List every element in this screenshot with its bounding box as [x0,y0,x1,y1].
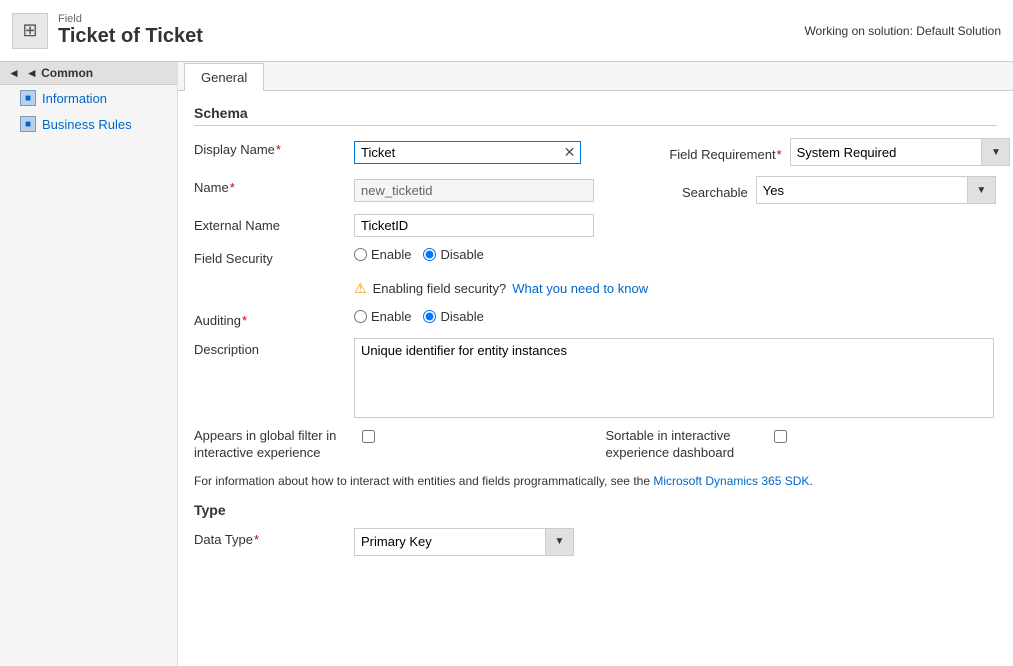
main-layout: ◄ ◄ Common ■ Information ■ Business Rule… [0,62,1013,666]
data-type-select[interactable]: Primary Key [355,531,545,552]
sortable-label: Sortable in interactive experience dashb… [606,428,766,462]
display-name-input-wrap[interactable]: ✕ [354,141,581,164]
external-name-row: External Name [194,214,997,237]
sidebar-item-business-rules[interactable]: ■ Business Rules [0,111,177,137]
data-type-arrow: ▼ [545,529,573,555]
field-security-row: Field Security Enable Disable [194,247,997,266]
field-requirement-label: Field Requirement* [669,143,781,162]
auditing-control: Enable Disable [354,309,997,324]
sdk-link[interactable]: Microsoft Dynamics 365 SDK [653,474,809,488]
field-security-warning: ⚠ Enabling field security? What you need… [194,276,997,301]
description-label: Description [194,338,354,357]
display-name-control: ✕ Field Requirement* System Required ▼ [354,138,1010,166]
auditing-disable-label[interactable]: Disable [423,309,483,324]
app-icon: ⊞ [12,13,48,49]
tab-general[interactable]: General [184,63,264,91]
warning-link[interactable]: What you need to know [512,281,648,296]
auditing-disable-radio[interactable] [423,310,436,323]
display-name-clear-button[interactable]: ✕ [559,142,581,163]
data-type-control: Primary Key ▼ [354,528,997,556]
title-block: Field Ticket of Ticket [58,13,203,48]
external-name-input[interactable] [354,214,594,237]
icon-symbol: ⊞ [22,20,37,41]
display-name-label: Display Name* [194,138,354,157]
searchable-select[interactable]: Yes No [757,180,967,201]
warning-icon: ⚠ [354,280,367,297]
collapse-icon: ◄ [8,66,20,80]
sidebar-section-common[interactable]: ◄ ◄ Common [0,62,177,85]
name-input [354,179,594,202]
auditing-enable-label[interactable]: Enable [354,309,411,324]
sidebar-item-label-business-rules: Business Rules [42,117,132,132]
page-title: Ticket of Ticket [58,25,203,48]
sortable-checkbox[interactable] [774,430,787,443]
sidebar-item-information[interactable]: ■ Information [0,85,177,111]
data-type-select-wrap[interactable]: Primary Key ▼ [354,528,574,556]
tab-bar: General [178,62,1013,91]
field-security-label: Field Security [194,247,354,266]
field-label: Field [58,13,203,25]
field-security-radio-group: Enable Disable [354,247,484,262]
field-security-disable-label[interactable]: Disable [423,247,483,262]
name-row: Name* Searchable Yes No ▼ [194,176,997,204]
description-input[interactable]: Unique identifier for entity instances [354,338,994,418]
global-filter-cell: Appears in global filter in interactive … [194,428,586,462]
display-name-input[interactable] [355,142,559,163]
form-content: Schema Display Name* ✕ Field Requirement… [178,91,1013,580]
global-filter-checkbox[interactable] [362,430,375,443]
type-section-title: Type [194,502,997,518]
field-requirement-select[interactable]: System Required [791,142,982,163]
searchable-label: Searchable [682,181,748,200]
field-requirement-arrow: ▼ [981,139,1009,165]
checkboxes-row: Appears in global filter in interactive … [194,428,997,462]
sortable-cell: Sortable in interactive experience dashb… [606,428,998,462]
name-label: Name* [194,176,354,195]
sidebar: ◄ ◄ Common ■ Information ■ Business Rule… [0,62,178,666]
info-text: For information about how to interact wi… [194,470,997,498]
information-icon: ■ [20,90,36,106]
global-filter-label: Appears in global filter in interactive … [194,428,354,462]
external-name-control [354,214,997,237]
searchable-arrow: ▼ [967,177,995,203]
description-control: Unique identifier for entity instances [354,338,997,418]
display-name-row: Display Name* ✕ Field Requirement* Syste [194,138,997,166]
searchable-select-wrap[interactable]: Yes No ▼ [756,176,996,204]
field-requirement-select-wrap[interactable]: System Required ▼ [790,138,1011,166]
auditing-label: Auditing* [194,309,354,328]
solution-label: Working on solution: Default Solution [804,24,1001,38]
field-security-enable-label[interactable]: Enable [354,247,411,262]
sidebar-section-label: ◄ Common [26,66,93,80]
description-row: Description Unique identifier for entity… [194,338,997,418]
field-security-control: Enable Disable [354,247,997,262]
name-control: Searchable Yes No ▼ [354,176,997,204]
auditing-row: Auditing* Enable Disable [194,309,997,328]
external-name-label: External Name [194,214,354,233]
searchable-group: Searchable Yes No ▼ [682,176,996,204]
sidebar-item-label-information: Information [42,91,107,106]
data-type-row: Data Type* Primary Key ▼ [194,528,997,556]
top-bar: ⊞ Field Ticket of Ticket Working on solu… [0,0,1013,62]
warning-text: Enabling field security? [373,281,507,296]
field-requirement-group: Field Requirement* System Required ▼ [669,138,1010,166]
content-area: General Schema Display Name* ✕ Fi [178,62,1013,666]
schema-title: Schema [194,105,997,126]
field-security-disable-radio[interactable] [423,248,436,261]
business-rules-icon: ■ [20,116,36,132]
auditing-enable-radio[interactable] [354,310,367,323]
auditing-radio-group: Enable Disable [354,309,484,324]
data-type-label: Data Type* [194,528,354,547]
field-security-enable-radio[interactable] [354,248,367,261]
